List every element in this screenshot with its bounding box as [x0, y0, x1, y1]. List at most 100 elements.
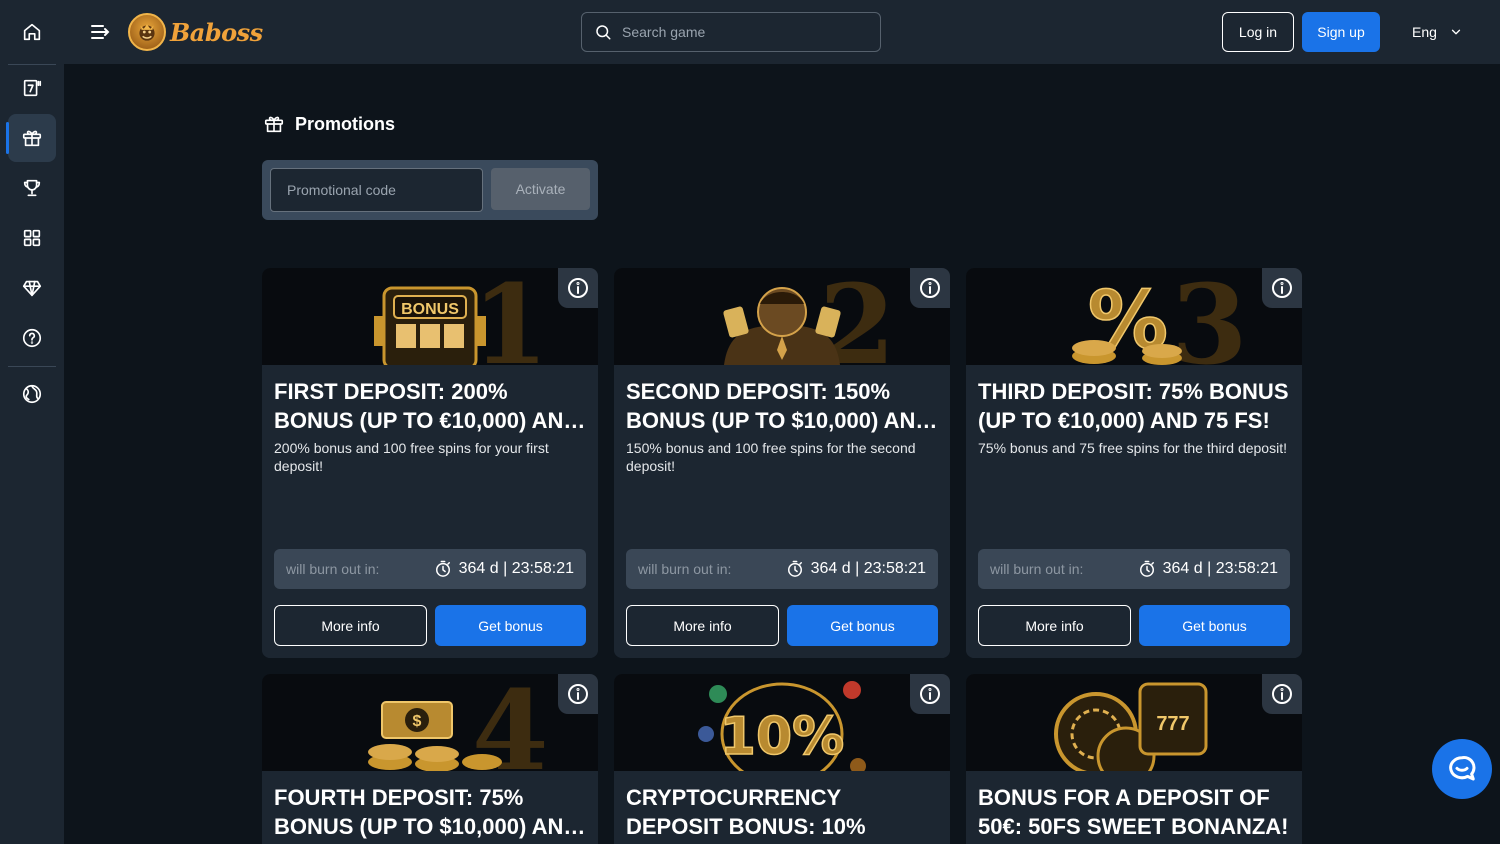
search-box[interactable]: [581, 12, 881, 52]
promo-card-image: 1 BONUS: [262, 268, 598, 365]
grid-icon: [23, 229, 41, 247]
promo-card-image: 3 %: [966, 268, 1302, 365]
promo-code-input[interactable]: [270, 168, 483, 212]
chat-bubble-icon: [1449, 756, 1476, 781]
promo-card-description: 150% bonus and 100 free spins for the se…: [626, 440, 916, 474]
promo-card-title: FIRST DEPOSIT: 200% BONUS (UP TO €10,000…: [274, 379, 580, 433]
promo-code-form: Activate: [262, 160, 598, 220]
svg-text:10%: 10%: [720, 707, 844, 767]
more-info-button[interactable]: More info: [978, 605, 1131, 646]
crypto-percent-illustration: 10%: [698, 681, 866, 771]
betslip-icon: [23, 79, 42, 97]
expiry-bar: will burn out in: 364 d | 23:58:21: [626, 549, 938, 589]
character-illustration: 2: [723, 268, 896, 365]
promo-card: 4 $ FOURTH DEPOSIT: 75% BONUS (UP TO $10…: [262, 674, 598, 844]
sidebar-item-home[interactable]: [8, 8, 56, 56]
search-input[interactable]: [622, 24, 862, 40]
brand-name: Baboss: [170, 17, 263, 47]
expiry-timer-value: 364 d | 23:58:21: [810, 560, 926, 577]
expiry-label: will burn out in:: [286, 561, 380, 577]
question-icon: [22, 328, 42, 348]
gift-icon: [264, 116, 284, 133]
page-title-text: Promotions: [295, 113, 396, 134]
info-icon: [1272, 684, 1292, 704]
expiry-timer-value: 364 d | 23:58:21: [458, 560, 574, 577]
promo-card-body: SECOND DEPOSIT: 150% BONUS (UP TO $10,00…: [614, 365, 950, 658]
sidebar-item-promotions[interactable]: [6, 114, 56, 162]
info-button[interactable]: [910, 268, 950, 308]
signup-button[interactable]: Sign up: [1302, 12, 1380, 52]
promo-card: 10% CRYPTOCURRENCY DEPOSIT BONUS: 10%: [614, 674, 950, 844]
promo-card-title: SECOND DEPOSIT: 150% BONUS (UP TO $10,00…: [626, 379, 932, 433]
promo-card-description: 75% bonus and 75 free spins for the thir…: [978, 440, 1287, 456]
expiry-timer-value: 364 d | 23:58:21: [1162, 560, 1278, 577]
expiry-timer: 364 d | 23:58:21: [1137, 559, 1278, 579]
expiry-label: will burn out in:: [638, 561, 732, 577]
promo-card-image: 4 $: [262, 674, 598, 771]
promo-card-body: CRYPTOCURRENCY DEPOSIT BONUS: 10%: [614, 771, 950, 844]
promo-card-body: FOURTH DEPOSIT: 75% BONUS (UP TO $10,000…: [262, 771, 598, 844]
more-info-button[interactable]: More info: [274, 605, 427, 646]
stopwatch-icon: [435, 560, 450, 577]
promo-card-title: CRYPTOCURRENCY DEPOSIT BONUS: 10%: [626, 785, 866, 839]
casino-chips-illustration: 777: [1054, 682, 1208, 771]
get-bonus-button[interactable]: Get bonus: [787, 605, 938, 646]
home-icon: [23, 23, 41, 41]
gift-icon: [22, 130, 42, 147]
sidebar-item-games[interactable]: [8, 214, 56, 262]
search-icon: [596, 25, 611, 40]
money-stack-illustration: 4 $: [368, 674, 549, 771]
info-icon: [568, 278, 588, 298]
expiry-timer: 364 d | 23:58:21: [433, 559, 574, 579]
sidebar-item-tournaments[interactable]: [8, 164, 56, 212]
more-info-button[interactable]: More info: [626, 605, 779, 646]
stopwatch-icon: [787, 560, 802, 577]
globe-icon: [22, 384, 42, 404]
live-chat-button[interactable]: [1432, 739, 1492, 799]
login-button[interactable]: Log in: [1222, 12, 1294, 52]
menu-toggle-button[interactable]: [88, 20, 112, 44]
info-button[interactable]: [910, 674, 950, 714]
top-bar: Baboss Log in Sign up Eng: [64, 0, 1500, 64]
promo-card: 3 % THIRD DEPOSIT: 75% BONUS (UP TO €10,…: [966, 268, 1302, 658]
info-icon: [568, 684, 588, 704]
sidebar-item-vip[interactable]: [8, 264, 56, 312]
language-label: Eng: [1412, 24, 1437, 40]
info-button[interactable]: [1262, 674, 1302, 714]
info-icon: [920, 278, 940, 298]
promo-card-image: 777: [966, 674, 1302, 771]
activate-button[interactable]: Activate: [491, 168, 590, 210]
info-button[interactable]: [558, 268, 598, 308]
stopwatch-icon: [1139, 560, 1154, 577]
sidebar: [0, 0, 64, 844]
brand-logo[interactable]: Baboss: [128, 12, 263, 52]
promo-card: 2 SECOND DEPOSIT: 150% BONUS (UP TO $10,…: [614, 268, 950, 658]
language-select[interactable]: Eng: [1412, 20, 1463, 44]
percent-coins-illustration: 3 %: [1072, 268, 1248, 365]
info-button[interactable]: [558, 674, 598, 714]
svg-text:777: 777: [1156, 713, 1189, 735]
menu-icon: [91, 25, 110, 39]
slot-machine-illustration: 1 BONUS: [374, 268, 549, 365]
monkey-logo-icon: [128, 13, 166, 51]
page-title: Promotions: [263, 112, 395, 136]
svg-text:BONUS: BONUS: [401, 301, 459, 318]
info-button[interactable]: [1262, 268, 1302, 308]
sidebar-divider: [8, 366, 56, 367]
promo-card-title: THIRD DEPOSIT: 75% BONUS (UP TO €10,000)…: [978, 379, 1289, 433]
expiry-timer: 364 d | 23:58:21: [785, 559, 926, 579]
promo-card-body: THIRD DEPOSIT: 75% BONUS (UP TO €10,000)…: [966, 365, 1302, 658]
expiry-bar: will burn out in: 364 d | 23:58:21: [274, 549, 586, 589]
svg-text:$: $: [413, 713, 422, 730]
promo-card-body: BONUS FOR A DEPOSIT OF 50€: 50FS SWEET B…: [966, 771, 1302, 844]
sidebar-item-help[interactable]: [8, 314, 56, 362]
sidebar-item-language[interactable]: [8, 370, 56, 418]
promo-card: 777 BONUS FOR A DEPOSIT OF 50€: 50FS SWE…: [966, 674, 1302, 844]
get-bonus-button[interactable]: Get bonus: [1139, 605, 1290, 646]
get-bonus-button[interactable]: Get bonus: [435, 605, 586, 646]
promo-card: 1 BONUS FIRST DEPOSIT: 200% BONUS (UP TO…: [262, 268, 598, 658]
promo-card-image: 10%: [614, 674, 950, 771]
sidebar-item-sports[interactable]: [8, 64, 56, 112]
info-icon: [1272, 278, 1292, 298]
diamond-icon: [22, 280, 42, 297]
